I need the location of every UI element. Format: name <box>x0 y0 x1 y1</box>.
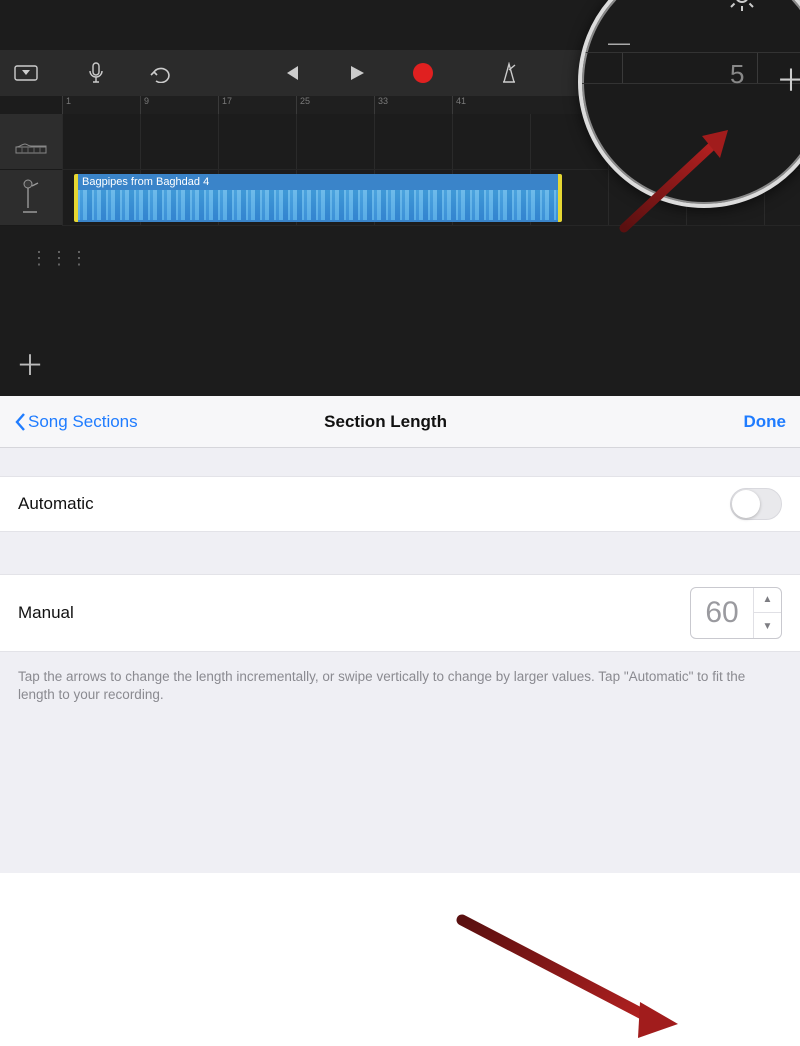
manual-row: Manual 60 ▲ ▼ <box>0 574 800 652</box>
ruler-mark: 25 <box>296 96 374 114</box>
ruler-mark: 41 <box>452 96 530 114</box>
record-button[interactable] <box>403 53 443 93</box>
done-button[interactable]: Done <box>744 412 787 432</box>
record-icon <box>413 63 433 83</box>
gear-icon <box>724 0 760 14</box>
skip-back-button[interactable] <box>271 53 311 93</box>
piano-icon <box>14 129 48 155</box>
add-track-button[interactable]: ＋ <box>16 344 44 384</box>
ruler-mark: 33 <box>374 96 452 114</box>
view-menu-button[interactable] <box>6 53 46 93</box>
panel-navbar: Song Sections Section Length Done <box>0 396 800 448</box>
track-header-mic[interactable] <box>0 170 62 226</box>
track-headers <box>0 114 62 226</box>
audio-clip[interactable]: Bagpipes from Baghdad 4 <box>74 174 562 222</box>
help-text: Tap the arrows to change the length incr… <box>0 652 800 704</box>
undo-button[interactable] <box>141 53 181 93</box>
automatic-switch[interactable] <box>730 488 782 520</box>
panel-title: Section Length <box>38 412 734 432</box>
annotation-arrow <box>452 906 682 1046</box>
stepper-down[interactable]: ▼ <box>754 613 781 639</box>
play-button[interactable] <box>337 53 377 93</box>
ruler-mark: 9 <box>140 96 218 114</box>
section-length-panel: Song Sections Section Length Done Automa… <box>0 396 800 873</box>
zoom-ruler: 5 <box>582 52 800 84</box>
metronome-button[interactable] <box>489 53 529 93</box>
ruler-number: 5 <box>730 59 744 90</box>
ruler-mark: 17 <box>218 96 296 114</box>
clip-label: Bagpipes from Baghdad 4 <box>82 176 209 188</box>
manual-value: 60 <box>691 596 753 630</box>
song-sections-button[interactable]: ＋ <box>776 56 800 100</box>
automatic-row: Automatic <box>0 476 800 532</box>
ruler-mark: 1 <box>62 96 140 114</box>
manual-label: Manual <box>18 603 74 623</box>
waveform <box>78 190 558 220</box>
manual-stepper[interactable]: 60 ▲ ▼ <box>690 587 782 639</box>
chevron-left-icon <box>14 412 26 432</box>
settings-button[interactable] <box>724 0 760 19</box>
transport-controls <box>271 53 443 93</box>
track-editor: 1 9 17 25 33 41 Bagpipes from Baghdad 4 <box>0 0 800 396</box>
track-header-piano[interactable] <box>0 114 62 170</box>
microphone-button[interactable] <box>76 53 116 93</box>
stepper-up[interactable]: ▲ <box>754 587 781 613</box>
tracks-scroll-handle[interactable]: ⋮⋮⋮ <box>30 248 90 269</box>
automatic-label: Automatic <box>18 494 94 514</box>
mic-stand-icon <box>21 178 41 218</box>
